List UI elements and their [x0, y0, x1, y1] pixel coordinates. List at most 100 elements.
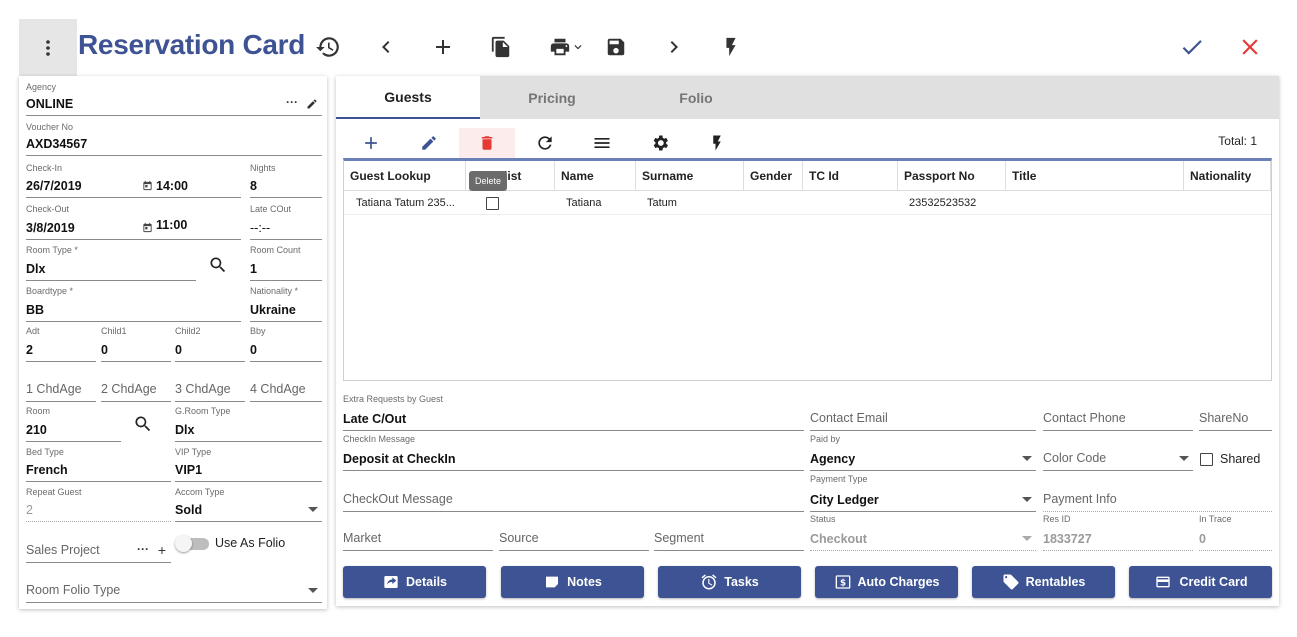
print-icon: [550, 38, 570, 56]
column-header[interactable]: Nationality: [1184, 161, 1271, 190]
extra-requests-field[interactable]: Extra Requests by Guest Late C/Out: [343, 394, 804, 431]
copy-button[interactable]: [487, 33, 515, 61]
g-room-type-field[interactable]: G.Room Type Dlx: [175, 406, 322, 442]
tasks-button[interactable]: Tasks: [658, 566, 801, 598]
child-age-1-field[interactable]: 1 ChdAge: [26, 368, 96, 402]
room-count-field[interactable]: Room Count 1: [250, 245, 322, 281]
child2-field[interactable]: Child2 0: [175, 326, 245, 362]
column-header[interactable]: Guest Lookup: [344, 161, 466, 190]
menu-button[interactable]: [19, 19, 77, 76]
calendar-icon[interactable]: [142, 180, 153, 191]
add-icon: [365, 137, 377, 149]
column-header[interactable]: Title: [1006, 161, 1184, 190]
tab-folio[interactable]: Folio: [624, 76, 768, 119]
delete-guest-button[interactable]: [459, 128, 515, 158]
boardtype-field[interactable]: Boardtype * BB: [26, 286, 241, 322]
refresh-button[interactable]: [517, 128, 573, 158]
shared-checkbox[interactable]: Shared: [1199, 452, 1279, 468]
column-header[interactable]: Surname: [636, 161, 744, 190]
refresh-icon: [538, 136, 552, 150]
contact-phone-field[interactable]: Contact Phone: [1043, 394, 1193, 431]
confirm-button[interactable]: [1178, 33, 1206, 61]
tab-guests[interactable]: Guests: [336, 76, 480, 119]
reservation-details-panel: Agency ONLINE ··· Voucher No AXD34567 Ch…: [19, 76, 327, 609]
nights-field[interactable]: Nights 8: [250, 163, 322, 198]
share-no-field[interactable]: ShareNo: [1199, 394, 1272, 431]
edit-guest-button[interactable]: [401, 128, 457, 158]
grid-actions-button[interactable]: [689, 128, 745, 158]
use-as-folio-toggle[interactable]: Use As Folio: [175, 535, 325, 552]
add-guest-button[interactable]: [343, 128, 399, 158]
settings-button[interactable]: [632, 128, 688, 158]
paid-by-select[interactable]: Paid by Agency: [810, 434, 1036, 471]
history-button[interactable]: [314, 33, 342, 61]
blacklist-checkbox[interactable]: [486, 191, 500, 215]
alarm-icon: [701, 574, 717, 590]
next-button[interactable]: [660, 33, 688, 61]
baby-field[interactable]: Bby 0: [250, 326, 322, 362]
payment-type-select[interactable]: Payment Type City Ledger: [810, 474, 1036, 512]
details-button[interactable]: Details: [343, 566, 486, 598]
payment-info-field[interactable]: Payment Info: [1043, 474, 1272, 512]
vip-type-field[interactable]: VIP Type VIP1: [175, 447, 322, 482]
actions-button[interactable]: [717, 33, 745, 61]
column-header[interactable]: TC Id: [803, 161, 898, 190]
voucher-no-field[interactable]: Voucher No AXD34567: [26, 122, 322, 156]
color-code-select[interactable]: Color Code: [1043, 434, 1193, 471]
check-out-field[interactable]: Check-Out 3/8/2019 11:00: [26, 204, 241, 240]
agency-field[interactable]: Agency ONLINE ···: [26, 82, 322, 116]
column-header[interactable]: Gender: [744, 161, 803, 190]
child-age-4-field[interactable]: 4 ChdAge: [250, 368, 322, 402]
copy-icon: [491, 36, 510, 58]
contact-email-field[interactable]: Contact Email: [810, 394, 1036, 431]
add-icon: [436, 40, 450, 54]
edit-icon: [422, 136, 436, 150]
check-icon: [1182, 40, 1202, 55]
source-field[interactable]: Source: [499, 514, 649, 551]
status-select: Status Checkout: [810, 514, 1036, 551]
dropdown-arrow-icon: [1179, 456, 1189, 461]
more-horiz-icon[interactable]: ···: [286, 95, 298, 109]
column-header[interactable]: Passport No: [898, 161, 1006, 190]
segment-field[interactable]: Segment: [654, 514, 804, 551]
child-age-3-field[interactable]: 3 ChdAge: [175, 368, 245, 402]
bed-type-field[interactable]: Bed Type French: [26, 447, 171, 482]
add-button[interactable]: [429, 33, 457, 61]
cancel-button[interactable]: [1236, 33, 1264, 61]
add-icon[interactable]: +: [158, 542, 166, 558]
more-horiz-icon[interactable]: ···: [137, 542, 149, 556]
credit-card-button[interactable]: Credit Card: [1129, 566, 1272, 598]
print-button[interactable]: [545, 33, 589, 61]
menu-list-button[interactable]: [574, 128, 630, 158]
svg-text:$: $: [840, 578, 846, 588]
dropdown-arrow-icon: [1022, 536, 1032, 541]
sales-project-field[interactable]: Sales Project ··· +: [26, 528, 171, 563]
room-type-field[interactable]: Room Type * Dlx: [26, 245, 196, 281]
tab-pricing[interactable]: Pricing: [480, 76, 624, 119]
column-header[interactable]: Name: [555, 161, 636, 190]
save-icon: [607, 38, 625, 56]
edit-icon[interactable]: [306, 98, 318, 110]
search-icon[interactable]: [208, 255, 228, 275]
adults-field[interactable]: Adt 2: [26, 326, 96, 362]
save-button[interactable]: [602, 33, 630, 61]
room-field[interactable]: Room 210: [26, 406, 121, 442]
rentables-button[interactable]: Rentables: [972, 566, 1115, 598]
room-folio-type-select[interactable]: Room Folio Type: [26, 568, 322, 603]
checkin-message-field[interactable]: CheckIn Message Deposit at CheckIn: [343, 434, 804, 471]
cell-passport-no: 23532523532: [909, 197, 977, 209]
checkout-message-field[interactable]: CheckOut Message: [343, 474, 804, 512]
market-field[interactable]: Market: [343, 514, 493, 551]
calendar-icon[interactable]: [142, 222, 153, 233]
child-age-2-field[interactable]: 2 ChdAge: [101, 368, 171, 402]
nationality-field[interactable]: Nationality * Ukraine: [250, 286, 322, 322]
late-checkout-field[interactable]: Late COut --:--: [250, 204, 322, 240]
table-row[interactable]: [344, 191, 1271, 215]
auto-charges-button[interactable]: $ Auto Charges: [815, 566, 958, 598]
child1-field[interactable]: Child1 0: [101, 326, 171, 362]
accom-type-select[interactable]: Accom Type Sold: [175, 487, 322, 522]
previous-button[interactable]: [372, 33, 400, 61]
search-icon[interactable]: [133, 414, 153, 434]
notes-button[interactable]: Notes: [501, 566, 644, 598]
check-in-field[interactable]: Check-In 26/7/2019 14:00: [26, 163, 241, 198]
